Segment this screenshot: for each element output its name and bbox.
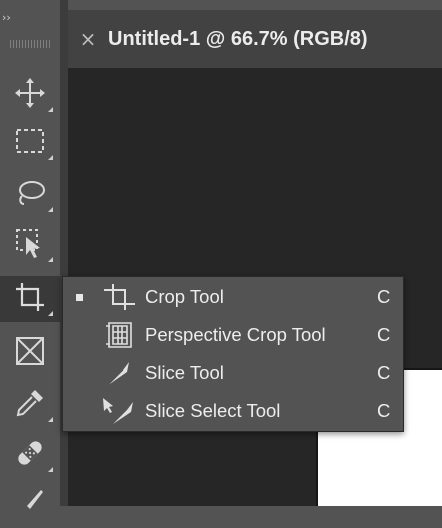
lasso-icon (13, 176, 47, 214)
object-selection-tool[interactable] (0, 222, 60, 268)
submenu-indicator (48, 311, 53, 316)
document-tab[interactable]: × Untitled-1 @ 66.7% (RGB/8) (68, 10, 442, 68)
menu-item-slice-select-tool[interactable]: Slice Select Tool C (63, 392, 403, 430)
perspective-crop-icon (101, 320, 137, 350)
submenu-indicator (48, 417, 53, 422)
slice-select-icon (101, 396, 137, 426)
menu-item-crop-tool[interactable]: Crop Tool C (63, 278, 403, 316)
crop-icon (101, 282, 137, 312)
crop-icon (13, 280, 47, 318)
menu-item-perspective-crop-tool[interactable]: Perspective Crop Tool C (63, 316, 403, 354)
submenu-indicator (48, 155, 53, 160)
frame-tool[interactable] (0, 330, 60, 376)
menu-item-shortcut: C (377, 400, 391, 421)
menu-item-label: Slice Select Tool (145, 400, 281, 421)
document-title: Untitled-1 @ 66.7% (RGB/8) (108, 27, 368, 50)
submenu-indicator (48, 467, 53, 472)
move-icon (13, 76, 47, 114)
close-icon[interactable]: × (68, 27, 108, 51)
crop-tool[interactable] (0, 276, 60, 322)
move-tool[interactable] (0, 72, 60, 118)
healing-brush-tool[interactable] (0, 432, 60, 478)
tools-panel: ›› (0, 0, 60, 509)
crop-tool-flyout-menu: Crop Tool C Perspective Crop Tool C Slic… (62, 276, 404, 432)
marquee-tool[interactable] (0, 120, 60, 166)
brush-tool[interactable] (0, 482, 60, 528)
bandage-icon (13, 436, 47, 474)
menu-item-label: Perspective Crop Tool (145, 324, 326, 345)
menu-item-shortcut: C (377, 324, 391, 345)
menu-item-label: Slice Tool (145, 362, 224, 383)
brush-icon (13, 486, 47, 524)
panel-collapse-button[interactable]: ›› (0, 12, 60, 28)
frame-icon (13, 334, 47, 372)
selected-indicator (76, 293, 83, 301)
submenu-indicator (48, 257, 53, 262)
eyedropper-icon (13, 386, 47, 424)
eyedropper-tool[interactable] (0, 382, 60, 428)
lasso-tool[interactable] (0, 172, 60, 218)
submenu-indicator (48, 207, 53, 212)
slice-icon (101, 358, 137, 388)
menu-item-shortcut: C (377, 286, 391, 307)
rect-marquee-icon (13, 124, 47, 162)
submenu-indicator (48, 107, 53, 112)
menu-item-slice-tool[interactable]: Slice Tool C (63, 354, 403, 392)
object-selection-icon (13, 226, 47, 264)
menu-item-shortcut: C (377, 362, 391, 383)
menu-item-label: Crop Tool (145, 286, 224, 307)
panel-grip[interactable] (10, 40, 50, 48)
